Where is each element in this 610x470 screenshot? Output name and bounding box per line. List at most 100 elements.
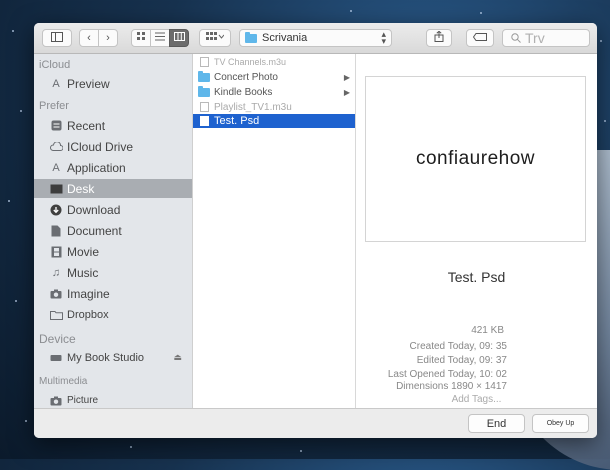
forward-button[interactable]: › <box>98 29 118 47</box>
camera-icon <box>49 288 63 300</box>
back-button[interactable]: ‹ <box>79 29 99 47</box>
location-label: Scrivania <box>262 32 308 44</box>
search-field[interactable]: Trv <box>502 29 590 47</box>
preview-size: 421 KB <box>471 325 504 336</box>
sidebar-item-preview[interactable]: A Preview <box>34 74 192 93</box>
sidebar-item-recent[interactable]: Recent <box>34 116 192 135</box>
sidebar-item-label: Music <box>67 265 99 280</box>
sidebar-toggle-button[interactable] <box>42 29 72 47</box>
end-button[interactable]: End <box>468 414 525 433</box>
bottom-bar: End Obey Up <box>34 408 597 438</box>
arrange-icon <box>206 32 225 44</box>
icon-view-icon <box>136 32 146 44</box>
folder-icon <box>198 70 210 82</box>
file-row-selected[interactable]: Test. Psd <box>193 114 355 128</box>
file-row[interactable]: TV Channels.m3u <box>193 55 355 69</box>
sidebar-item-documents[interactable]: Document <box>34 221 192 240</box>
open-button[interactable]: Obey Up <box>532 414 589 433</box>
sidebar-item-label: Movie <box>67 244 100 259</box>
music-icon: ♫ <box>51 266 61 279</box>
sidebar-item-picture[interactable]: Picture <box>34 391 192 408</box>
chevron-right-icon: ▶ <box>343 72 350 82</box>
sidebar-item-label: Preview <box>67 76 110 91</box>
sidebar-item-my-book-studio[interactable]: My Book Studio ⏏ <box>34 348 192 367</box>
share-button[interactable] <box>426 29 452 47</box>
sidebar-item-label: Download <box>67 202 121 217</box>
preview-thumbnail: confiaurehow <box>365 76 586 242</box>
sidebar-item-movies[interactable]: Movie <box>34 242 192 261</box>
sidebar-item-label: Dropbox <box>67 308 109 321</box>
preview-last-opened: Last Opened Today, 10: 02 <box>387 369 507 380</box>
cloud-icon <box>49 141 63 153</box>
movie-icon <box>49 246 63 258</box>
preview-icon: A <box>52 77 60 90</box>
preview-filename: Test. Psd <box>447 269 506 285</box>
sidebar-item-label: Picture <box>67 395 99 406</box>
preview-dimensions: Dimensions 1890 × 1417 <box>396 381 507 392</box>
toolbar: ‹ › Scrivania ▴ ▾ Trv <box>34 23 597 54</box>
preview-pane: confiaurehow Test. Psd 421 KB Created To… <box>356 54 597 408</box>
camera-icon <box>49 395 63 407</box>
sidebar-item-label: Document <box>67 223 122 238</box>
sidebar-item-label: ICloud Drive <box>67 139 134 154</box>
document-icon <box>49 225 63 237</box>
drive-icon <box>49 352 63 364</box>
back-icon: ‹ <box>87 32 91 44</box>
tag-icon <box>472 32 487 44</box>
file-name: Kindle Books <box>214 86 273 98</box>
icon-view-button[interactable] <box>131 29 151 47</box>
file-row[interactable]: Playlist_TV1.m3u <box>193 100 355 114</box>
file-name: Concert Photo <box>214 71 278 83</box>
file-icon <box>199 57 209 67</box>
share-icon <box>434 30 444 45</box>
tag-button[interactable] <box>466 29 494 47</box>
sidebar-section-favorites: Prefer <box>39 100 69 112</box>
sidebar-item-pictures[interactable]: Imagine <box>34 284 192 303</box>
sidebar-item-label: Recent <box>67 118 106 133</box>
file-name: TV Channels.m3u <box>214 57 287 67</box>
preview-created: Created Today, 09: 35 <box>409 341 507 352</box>
file-icon <box>199 102 209 112</box>
file-column: TV Channels.m3u Concert Photo ▶ Kindle B… <box>193 54 356 408</box>
sidebar-toggle-icon <box>51 31 63 45</box>
column-view-icon <box>173 32 185 44</box>
file-icon <box>199 116 209 126</box>
sidebar-section-devices: Device <box>39 332 76 346</box>
sidebar-item-desktop[interactable]: Desk <box>34 179 192 198</box>
sidebar-item-icloud-drive[interactable]: ICloud Drive <box>34 137 192 156</box>
location-dropdown[interactable]: Scrivania ▴ ▾ <box>239 29 392 47</box>
folder-icon <box>245 31 257 43</box>
view-mode-control <box>131 29 189 47</box>
list-view-icon <box>155 32 165 44</box>
arrange-button[interactable] <box>199 29 231 47</box>
folder-icon <box>49 309 63 321</box>
sidebar-item-music[interactable]: ♫ Music <box>34 263 192 282</box>
download-icon <box>49 204 63 216</box>
sidebar-item-label: Desk <box>67 181 95 196</box>
chevron-updown-icon: ▴ ▾ <box>381 29 386 46</box>
file-name: Playlist_TV1.m3u <box>214 101 292 113</box>
thumbnail-text: confiaurehow <box>415 148 536 169</box>
forward-icon: › <box>106 32 110 44</box>
applications-icon: A <box>52 161 60 174</box>
sidebar-item-applications[interactable]: A Application <box>34 158 192 177</box>
desktop-icon <box>49 183 63 195</box>
sidebar-item-downloads[interactable]: Download <box>34 200 192 219</box>
sidebar-item-label: Application <box>67 160 126 175</box>
search-icon <box>511 30 521 46</box>
sidebar-item-label: My Book Studio <box>67 351 145 364</box>
sidebar: iCloud A Preview Prefer Recent ICloud Dr… <box>34 54 193 408</box>
sidebar-item-label: Imagine <box>67 286 110 301</box>
column-view-button[interactable] <box>169 29 189 47</box>
sidebar-item-dropbox[interactable]: Dropbox <box>34 305 192 324</box>
sidebar-section-icloud: iCloud <box>39 59 71 71</box>
list-view-button[interactable] <box>150 29 170 47</box>
nav-buttons: ‹ › <box>79 29 118 47</box>
recent-icon <box>49 120 63 132</box>
finder-open-dialog: ‹ › Scrivania ▴ ▾ Trv iCloud A Preview P… <box>34 23 597 438</box>
file-row[interactable]: Kindle Books ▶ <box>193 85 355 99</box>
eject-icon[interactable]: ⏏ <box>173 352 182 363</box>
add-tags-link[interactable]: Add Tags... <box>356 394 597 405</box>
file-row[interactable]: Concert Photo ▶ <box>193 70 355 84</box>
sidebar-section-media: Multimedia <box>39 376 88 387</box>
